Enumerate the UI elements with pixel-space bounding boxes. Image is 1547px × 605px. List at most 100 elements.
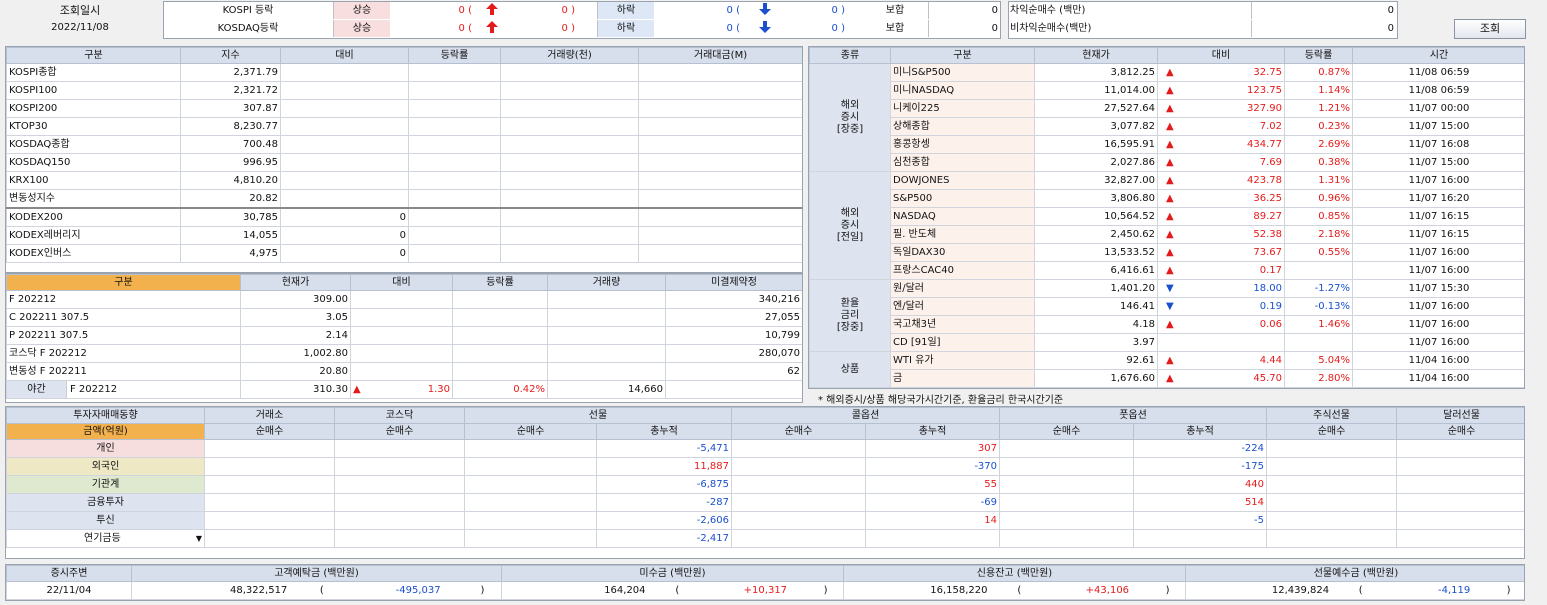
investor-value (204, 457, 335, 476)
down-arrow-icon (758, 2, 778, 19)
sub-header: 순매수 (334, 423, 465, 440)
world-row[interactable]: 엔/달러 146.41 ▼ 0.19 -0.13% 11/07 16:00 (810, 297, 1524, 316)
world-price: 11,014.00 (1034, 81, 1158, 100)
investor-name[interactable]: 연기금등 ▼ (6, 529, 205, 548)
funds-value: 16,158,220 (930, 585, 988, 596)
night-code: F 202212 (70, 384, 118, 395)
up-triangle-icon: ▲ (1166, 265, 1174, 276)
query-button[interactable]: 조회 (1454, 19, 1526, 39)
world-rate (1284, 333, 1353, 352)
index-row[interactable]: KOSPI종합 2,371.79 (6, 63, 802, 82)
index-row[interactable]: KOSPI100 2,321.72 (6, 81, 802, 100)
investor-row[interactable]: 외국인 11,887 -370 -175 (6, 457, 1524, 476)
index-row[interactable]: KRX100 4,810.20 (6, 171, 802, 190)
world-change-value: 7.69 (1259, 157, 1282, 168)
dropdown-icon[interactable]: ▼ (196, 531, 202, 547)
investor-name-label: 개인 (96, 443, 115, 454)
world-price: 10,564.52 (1034, 207, 1158, 226)
index-row[interactable]: KOSDAQ종합 700.48 (6, 135, 802, 154)
investor-value: 55 (864, 475, 1001, 494)
investor-value (334, 475, 465, 494)
up-triangle-icon: ▲ (1166, 193, 1174, 204)
etf-row[interactable]: KODEX인버스 4,975 0 (6, 244, 802, 263)
etf-row[interactable]: KODEX레버리지 14,055 0 (6, 226, 802, 245)
empty-cell (500, 135, 639, 154)
investor-row[interactable]: 개인 -5,471 307 -224 (6, 439, 1524, 458)
world-row[interactable]: 상해종합 3,077.82 ▲ 7.02 0.23% 11/07 15:00 (810, 117, 1524, 136)
futures-row[interactable]: C 202211 307.5 3.05 27,055 (6, 308, 802, 327)
index-value: 4,810.20 (180, 171, 281, 190)
world-row[interactable]: S&P500 3,806.80 ▲ 36.25 0.96% 11/07 16:20 (810, 189, 1524, 208)
up-label: 상승 (333, 20, 390, 37)
world-change: ▲ 32.75 (1157, 63, 1285, 82)
empty-cell (665, 380, 802, 399)
world-change-value: 434.77 (1247, 139, 1282, 150)
world-name: CD [91일] (890, 333, 1035, 352)
world-row[interactable]: 금 1,676.60 ▲ 45.70 2.80% 11/04 16:00 (810, 369, 1524, 388)
empty-cell (280, 117, 409, 136)
world-time: 11/07 16:00 (1352, 243, 1524, 262)
empty-cell (500, 153, 639, 172)
investor-row[interactable]: 투신 -2,606 14 -5 (6, 511, 1524, 530)
futures-row[interactable]: 코스닥 F 202212 1,002.80 280,070 (6, 344, 802, 363)
index-row[interactable]: KOSDAQ150 996.95 (6, 153, 802, 172)
index-row[interactable]: KTOP30 8,230.77 (6, 117, 802, 136)
index-name: KOSDAQ150 (6, 153, 181, 172)
investor-value (1396, 529, 1524, 548)
world-change: ▲ 434.77 (1157, 135, 1285, 154)
world-time: 11/07 15:00 (1352, 153, 1524, 172)
world-row[interactable]: CD [91일] 3.97 11/07 16:00 (810, 333, 1524, 352)
paren-open: ( (675, 585, 680, 596)
world-name: 금 (890, 369, 1035, 388)
index-row[interactable]: 변동성지수 20.82 (6, 189, 802, 209)
world-row[interactable]: 미니NASDAQ 11,014.00 ▲ 123.75 1.14% 11/08 06:59 (810, 81, 1524, 100)
column-header: 신용잔고 (백만원) (843, 565, 1186, 582)
world-row[interactable]: 니케이225 27,527.64 ▲ 327.90 1.21% 11/07 00:00 (810, 99, 1524, 118)
investor-row[interactable]: 연기금등 ▼ -2,417 (6, 529, 1524, 548)
column-header: 종류 (809, 47, 891, 64)
etf-name: KODEX200 (6, 207, 181, 227)
arbitrage-label: 비차익순매수(백만) (1010, 23, 1092, 34)
query-date-value: 2022/11/08 (51, 22, 109, 33)
world-row[interactable]: 프랑스CAC40 6,416.61 ▲ 0.17 11/07 16:00 (810, 261, 1524, 280)
futures-row[interactable]: 변동성 F 202211 20.80 62 (6, 362, 802, 381)
investor-value (464, 475, 597, 494)
empty-cell (547, 290, 666, 309)
investor-value: -69 (864, 493, 1001, 512)
world-row[interactable]: 상품 WTI 유가 92.61 ▲ 4.44 5.04% 11/04 16:00 (809, 351, 1524, 388)
world-name: 니케이225 (890, 99, 1035, 118)
world-row[interactable]: 독일DAX30 13,533.52 ▲ 73.67 0.55% 11/07 16:00 (810, 243, 1524, 262)
investor-value (999, 493, 1135, 512)
world-row[interactable]: 해외 증시 [장중] 미니S&P500 3,812.25 ▲ 32.75 0.87% 11/… (809, 63, 1524, 172)
etf-row[interactable]: KODEX200 30,785 0 (6, 207, 802, 227)
investor-row[interactable]: 기관계 -6,875 55 440 (6, 475, 1524, 494)
world-row[interactable]: 심천종합 2,027.86 ▲ 7.69 0.38% 11/07 15:00 (810, 153, 1524, 172)
night-futures-row[interactable]: 야간 F 202212 310.30 ▲ 1.30 0.42% 14,660 (6, 380, 802, 399)
world-row[interactable]: 필. 반도체 2,450.62 ▲ 52.38 2.18% 11/07 16:15 (810, 225, 1524, 244)
investor-row[interactable]: 금융투자 -287 -69 514 (6, 493, 1524, 512)
column-header: 선물예수금 (백만원) (1185, 565, 1524, 582)
world-name: 독일DAX30 (890, 243, 1035, 262)
world-time: 11/07 16:00 (1352, 297, 1524, 316)
index-name: KOSDAQ종합 (6, 135, 181, 154)
world-row[interactable]: 국고채3년 4.18 ▲ 0.06 1.46% 11/07 16:00 (810, 315, 1524, 334)
world-time: 11/07 16:08 (1352, 135, 1524, 154)
futures-price: 20.80 (240, 362, 351, 381)
world-row[interactable]: 해외 증시 [전일] DOWJONES 32,827.00 ▲ 423.78 1.31% 1… (809, 171, 1524, 280)
world-price: 3,806.80 (1034, 189, 1158, 208)
empty-cell (638, 63, 802, 82)
world-name: NASDAQ (890, 207, 1035, 226)
world-row[interactable]: NASDAQ 10,564.52 ▲ 89.27 0.85% 11/07 16:15 (810, 207, 1524, 226)
index-value: 2,371.79 (180, 63, 281, 82)
futures-row[interactable]: P 202211 307.5 2.14 10,799 (6, 326, 802, 345)
sub-header: 순매수 (1266, 423, 1398, 440)
world-row[interactable]: 환율 금리 [장중] 원/달러 1,401.20 ▼ 18.00 -1.27% 11/07 … (809, 279, 1524, 352)
world-row[interactable]: 홍콩항셍 16,595.91 ▲ 434.77 2.69% 11/07 16:08 (810, 135, 1524, 154)
world-change-value: 36.25 (1253, 193, 1282, 204)
index-row[interactable]: KOSPI200 307.87 (6, 99, 802, 118)
night-rate: 0.42% (452, 380, 548, 399)
world-change: ▼ 0.19 (1157, 297, 1285, 316)
futures-row[interactable]: F 202212 309.00 340,216 (6, 290, 802, 309)
paren-open: ( (319, 585, 324, 596)
investor-value (1396, 511, 1524, 530)
